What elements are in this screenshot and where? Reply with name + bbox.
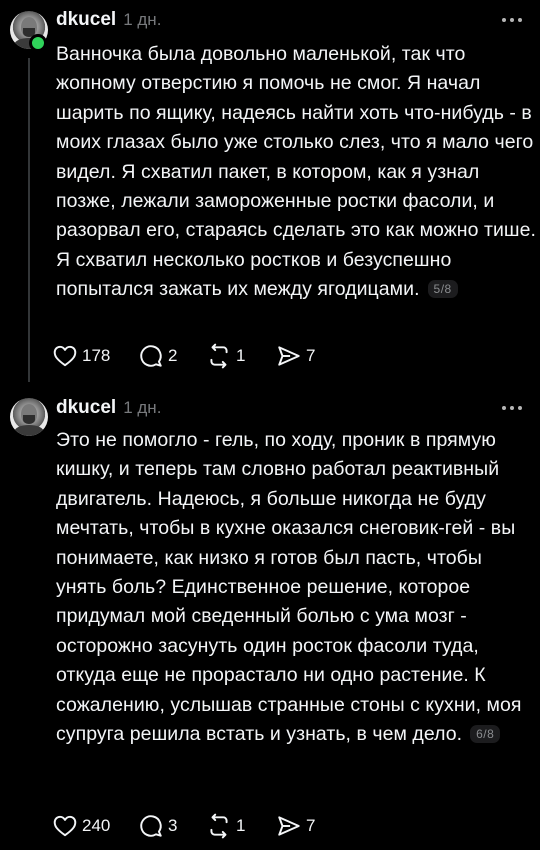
repost-count: 1 [236,816,246,835]
page-badge: 6/8 [470,725,501,744]
like-count: 178 [82,346,111,365]
post-actions: 240 3 1 7 [52,812,333,840]
heart-icon [53,815,77,837]
avatar[interactable] [10,398,48,436]
page-badge: 5/8 [427,280,458,299]
share-icon [278,346,300,366]
post-time: 1 дн. [123,398,162,417]
post-time: 1 дн. [123,10,162,29]
post-text-content: Ванночка была довольно маленькой, так чт… [56,43,536,301]
post-header: dkucel 1 дн. [56,9,526,33]
post-header: dkucel 1 дн. [56,397,526,421]
repost-icon [210,813,228,839]
share-button[interactable]: 7 [276,813,315,839]
post-actions: 178 2 1 7 [52,342,333,370]
comment-count: 3 [168,816,178,835]
online-status-dot [29,34,47,52]
more-icon[interactable] [500,399,526,415]
comment-button[interactable]: 2 [138,343,200,369]
repost-icon [210,343,228,369]
post: dkucel 1 дн. Это не помогло - гель, по х… [0,392,540,850]
share-button[interactable]: 7 [276,343,315,369]
share-icon [278,816,300,836]
heart-icon [53,345,77,367]
thread-line [28,58,30,382]
share-count: 7 [306,816,316,835]
comment-count: 2 [168,346,178,365]
repost-count: 1 [236,346,246,365]
like-count: 240 [82,816,111,835]
share-count: 7 [306,346,316,365]
post-text: Ванночка была довольно маленькой, так чт… [56,40,536,305]
post-text-content: Это не помогло - гель, по ходу, проник в… [56,429,522,746]
like-button[interactable]: 178 [52,343,130,369]
more-icon[interactable] [500,11,526,27]
post: dkucel 1 дн. Ванночка была довольно мале… [0,0,540,382]
username[interactable]: dkucel [56,9,116,31]
comment-icon [140,815,162,837]
repost-button[interactable]: 1 [206,343,268,369]
username[interactable]: dkucel [56,397,116,419]
post-text: Это не помогло - гель, по ходу, проник в… [56,426,536,749]
repost-button[interactable]: 1 [206,813,268,839]
comment-icon [140,345,162,367]
comment-button[interactable]: 3 [138,813,200,839]
like-button[interactable]: 240 [52,813,130,839]
